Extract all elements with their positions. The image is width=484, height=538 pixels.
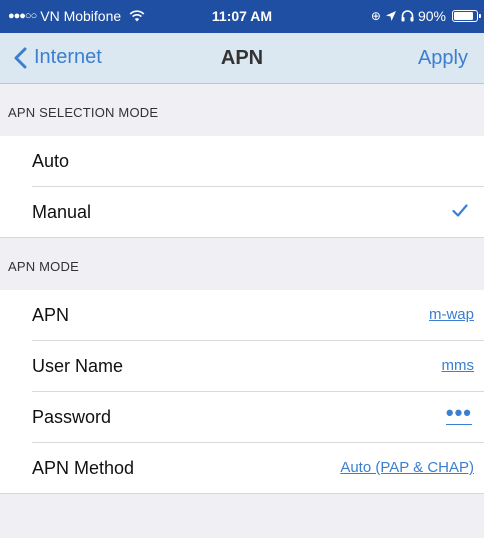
apn-method-label: APN Method xyxy=(32,458,135,478)
option-auto[interactable]: Auto xyxy=(0,136,484,187)
headphones-icon xyxy=(401,10,414,22)
option-manual[interactable]: Manual xyxy=(0,187,484,238)
section-header-apn-mode: APN MODE xyxy=(0,238,484,290)
navigation-bar: Internet APN Apply xyxy=(0,33,484,84)
section-header-label: APN SELECTION MODE xyxy=(8,105,159,120)
location-icon xyxy=(385,11,396,21)
status-right: ⊕ 90% xyxy=(370,8,481,24)
password-label: Password xyxy=(32,407,112,427)
battery-fill xyxy=(454,12,473,20)
option-manual-label: Manual xyxy=(32,202,92,222)
password-row[interactable]: Password ••• xyxy=(0,392,484,443)
battery-icon xyxy=(452,10,481,22)
apn-method-value-link[interactable]: Auto (PAP & CHAP) xyxy=(340,459,474,476)
apn-row[interactable]: APN m-wap xyxy=(0,290,484,341)
chevron-left-icon xyxy=(14,47,27,68)
apn-value-link[interactable]: m-wap xyxy=(429,306,474,323)
apply-button[interactable]: Apply xyxy=(418,47,468,70)
checkmark-icon xyxy=(452,204,468,217)
apn-label: APN xyxy=(32,305,70,325)
username-value-link[interactable]: mms xyxy=(442,357,475,374)
username-row[interactable]: User Name mms xyxy=(0,341,484,392)
password-value-link[interactable]: ••• xyxy=(445,402,472,425)
option-auto-label: Auto xyxy=(32,151,70,171)
status-bar: ●●●○○ VN Mobifone 11:07 AM ⊕ 90% xyxy=(0,0,484,33)
section-header-selection-mode: APN SELECTION MODE xyxy=(0,84,484,136)
section-header-label: APN MODE xyxy=(8,259,79,274)
username-label: User Name xyxy=(32,356,124,376)
back-button-label: Internet xyxy=(34,46,102,68)
back-button[interactable]: Internet xyxy=(12,46,102,69)
apn-method-row[interactable]: APN Method Auto (PAP & CHAP) xyxy=(0,443,484,494)
battery-percent: 90% xyxy=(417,8,446,24)
alarm-icon: ⊕ xyxy=(370,9,381,23)
row-divider xyxy=(0,493,484,494)
